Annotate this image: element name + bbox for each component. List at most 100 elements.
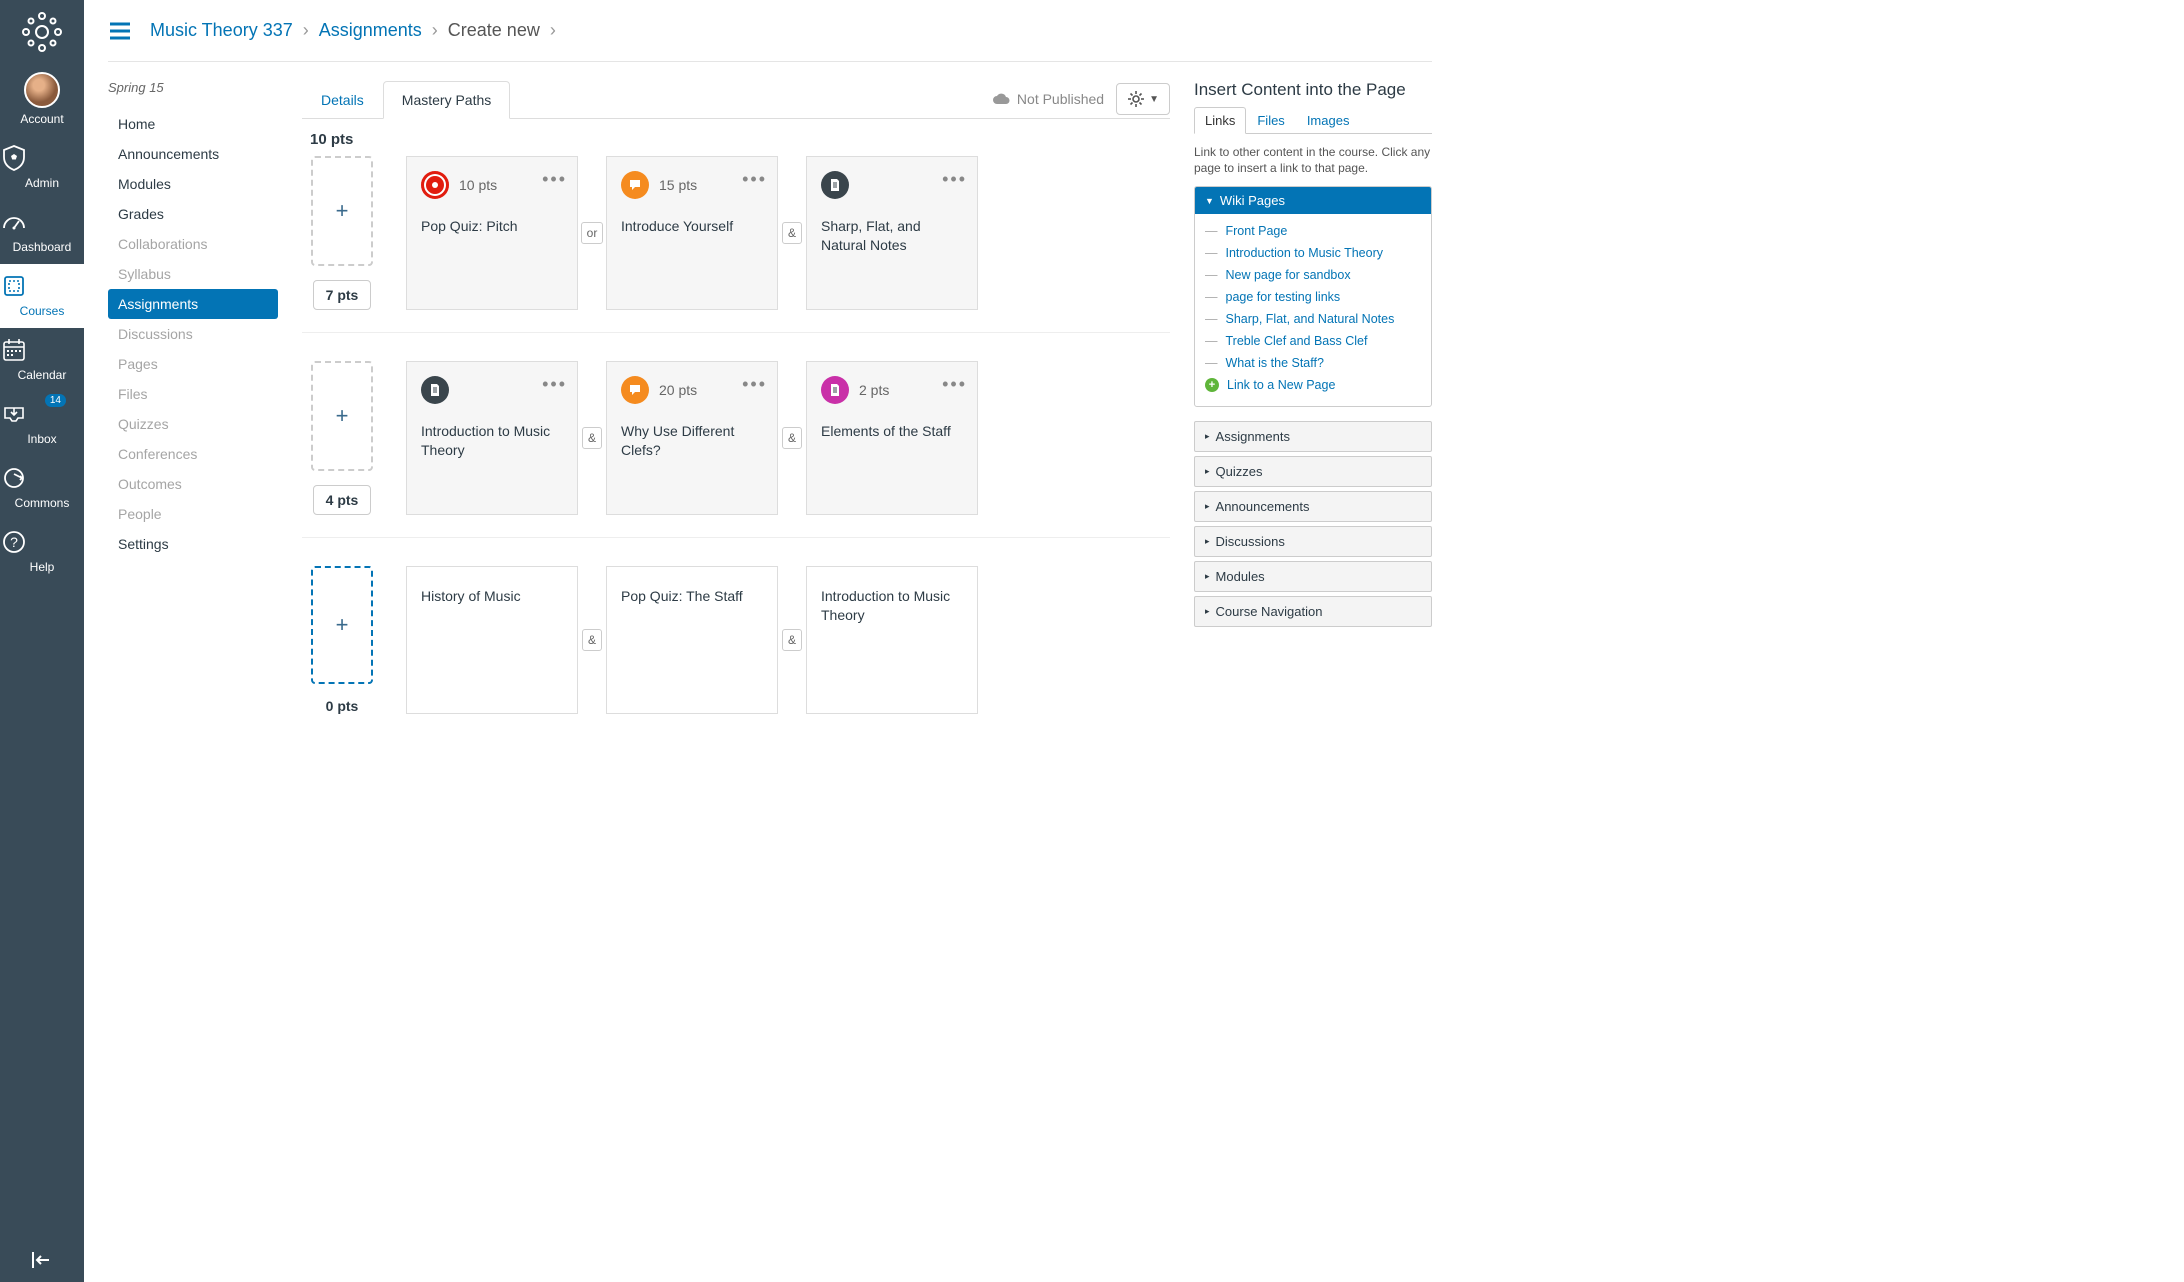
- wiki-page-link[interactable]: —Introduction to Music Theory: [1205, 242, 1421, 264]
- path-card[interactable]: •••2 ptsElements of the Staff: [806, 361, 978, 515]
- nav-commons[interactable]: Commons: [0, 456, 84, 520]
- canvas-logo[interactable]: [20, 10, 64, 54]
- card-menu-icon[interactable]: •••: [742, 374, 767, 395]
- card-title: Pop Quiz: The Staff: [621, 587, 763, 606]
- course-nav-item[interactable]: Syllabus: [108, 259, 278, 289]
- card-menu-icon[interactable]: •••: [942, 374, 967, 395]
- course-nav-item[interactable]: Pages: [108, 349, 278, 379]
- course-nav-item[interactable]: Quizzes: [108, 409, 278, 439]
- sidebar-accordion[interactable]: ▸Quizzes: [1194, 456, 1432, 487]
- wiki-page-link[interactable]: —page for testing links: [1205, 286, 1421, 308]
- wiki-page-link[interactable]: —Front Page: [1205, 220, 1421, 242]
- range-points[interactable]: 4 pts: [313, 485, 372, 515]
- wiki-page-link[interactable]: —Sharp, Flat, and Natural Notes: [1205, 308, 1421, 330]
- path-card[interactable]: •••10 ptsPop Quiz: Pitch: [406, 156, 578, 310]
- caret-right-icon: ▸: [1205, 431, 1210, 442]
- sidebar-tab-images[interactable]: Images: [1296, 107, 1361, 134]
- nav-courses[interactable]: Courses: [0, 264, 84, 328]
- mastery-path-row: +7 pts •••10 ptsPop Quiz: Pitchor•••15 pt…: [302, 156, 1170, 333]
- path-card[interactable]: Introduction to Music Theory: [806, 566, 978, 714]
- collapse-nav-button[interactable]: [29, 1250, 55, 1270]
- nav-inbox[interactable]: 14 Inbox: [0, 392, 84, 456]
- crumb-course[interactable]: Music Theory 337: [150, 20, 293, 41]
- card-menu-icon[interactable]: •••: [542, 374, 567, 395]
- sidebar-accordion[interactable]: ▸Course Navigation: [1194, 596, 1432, 627]
- inbox-icon: [0, 400, 84, 428]
- sidebar-tab-files[interactable]: Files: [1246, 107, 1295, 134]
- connector-chip[interactable]: &: [782, 629, 802, 651]
- crumb-section[interactable]: Assignments: [319, 20, 422, 41]
- connector-chip[interactable]: &: [582, 427, 602, 449]
- course-nav-item[interactable]: Grades: [108, 199, 278, 229]
- inbox-badge: 14: [45, 394, 66, 407]
- sidebar-accordion[interactable]: ▸Assignments: [1194, 421, 1432, 452]
- add-range-button[interactable]: +: [311, 566, 373, 684]
- connector-chip[interactable]: &: [782, 222, 802, 244]
- path-card[interactable]: ••• Sharp, Flat, and Natural Notes: [806, 156, 978, 310]
- add-range-button[interactable]: +: [311, 156, 373, 266]
- path-card[interactable]: Pop Quiz: The Staff: [606, 566, 778, 714]
- wiki-pages-panel: ▼ Wiki Pages —Front Page—Introduction to…: [1194, 186, 1432, 407]
- course-nav-item[interactable]: People: [108, 499, 278, 529]
- course-nav-item[interactable]: Assignments: [108, 289, 278, 319]
- chevron-right-icon: ›: [550, 20, 556, 41]
- course-nav-item[interactable]: Home: [108, 109, 278, 139]
- course-nav-item[interactable]: Discussions: [108, 319, 278, 349]
- dashboard-icon: [0, 208, 84, 236]
- path-card[interactable]: •••20 ptsWhy Use Different Clefs?: [606, 361, 778, 515]
- dash-icon: —: [1205, 334, 1218, 348]
- course-nav-item[interactable]: Settings: [108, 529, 278, 559]
- main-content: Details Mastery Paths Not Published ▼ 10…: [302, 80, 1170, 764]
- range-points[interactable]: 7 pts: [313, 280, 372, 310]
- tab-details[interactable]: Details: [302, 81, 383, 119]
- sidebar-accordion[interactable]: ▸Modules: [1194, 561, 1432, 592]
- help-icon: ?: [0, 528, 84, 556]
- sidebar-tab-links[interactable]: Links: [1194, 107, 1246, 134]
- wiki-page-link[interactable]: —New page for sandbox: [1205, 264, 1421, 286]
- nav-label: Commons: [15, 496, 70, 510]
- chevron-right-icon: ›: [303, 20, 309, 41]
- course-nav-item[interactable]: Modules: [108, 169, 278, 199]
- new-page-link[interactable]: +Link to a New Page: [1205, 374, 1421, 396]
- wiki-page-link[interactable]: —Treble Clef and Bass Clef: [1205, 330, 1421, 352]
- mastery-path-row: +0 ptsHistory of Music&Pop Quiz: The Sta…: [302, 566, 1170, 736]
- avatar: [24, 72, 60, 108]
- sidebar-accordion[interactable]: ▸Discussions: [1194, 526, 1432, 557]
- card-title: History of Music: [421, 587, 563, 606]
- points-label: 10 pts: [310, 131, 1170, 148]
- card-title: Sharp, Flat, and Natural Notes: [821, 217, 963, 255]
- connector-chip[interactable]: &: [782, 427, 802, 449]
- card-menu-icon[interactable]: •••: [742, 169, 767, 190]
- nav-admin[interactable]: Admin: [0, 136, 84, 200]
- path-card[interactable]: •••15 ptsIntroduce Yourself: [606, 156, 778, 310]
- wiki-pages-header[interactable]: ▼ Wiki Pages: [1195, 187, 1431, 214]
- course-nav-item[interactable]: Outcomes: [108, 469, 278, 499]
- hamburger-icon[interactable]: [108, 21, 132, 41]
- path-card[interactable]: •••Introduction to Music Theory: [406, 361, 578, 515]
- nav-help[interactable]: ? Help: [0, 520, 84, 584]
- dash-icon: —: [1205, 312, 1218, 326]
- nav-account[interactable]: Account: [0, 64, 84, 136]
- add-range-button[interactable]: +: [311, 361, 373, 471]
- sidebar-accordion[interactable]: ▸Announcements: [1194, 491, 1432, 522]
- tab-mastery-paths[interactable]: Mastery Paths: [383, 81, 510, 119]
- course-nav-item[interactable]: Files: [108, 379, 278, 409]
- path-card[interactable]: History of Music: [406, 566, 578, 714]
- connector-chip[interactable]: or: [581, 222, 604, 244]
- course-nav-item[interactable]: Conferences: [108, 439, 278, 469]
- settings-button[interactable]: ▼: [1116, 83, 1170, 115]
- card-menu-icon[interactable]: •••: [542, 169, 567, 190]
- nav-dashboard[interactable]: Dashboard: [0, 200, 84, 264]
- card-points: 20 pts: [659, 382, 697, 398]
- calendar-icon: [0, 336, 84, 364]
- card-menu-icon[interactable]: •••: [942, 169, 967, 190]
- course-nav-item[interactable]: Announcements: [108, 139, 278, 169]
- term-label: Spring 15: [108, 80, 278, 95]
- connector-chip[interactable]: &: [582, 629, 602, 651]
- svg-text:?: ?: [10, 534, 18, 550]
- course-nav-item[interactable]: Collaborations: [108, 229, 278, 259]
- mastery-path-row: +4 pts•••Introduction to Music Theory&••…: [302, 361, 1170, 538]
- wiki-page-link[interactable]: —What is the Staff?: [1205, 352, 1421, 374]
- nav-calendar[interactable]: Calendar: [0, 328, 84, 392]
- nav-label: Help: [30, 560, 55, 574]
